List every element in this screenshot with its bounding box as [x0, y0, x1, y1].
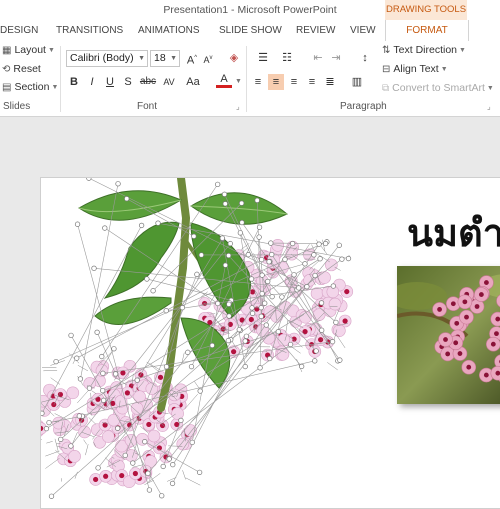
- character-spacing-button[interactable]: AV: [158, 74, 180, 90]
- chevron-down-icon: ▼: [441, 66, 448, 73]
- chevron-down-icon: ▼: [48, 47, 55, 54]
- chevron-down-icon: ▼: [235, 78, 242, 85]
- align-text-button[interactable]: ⊟ Align Text ▼: [382, 63, 448, 75]
- layout-label: Layout: [14, 44, 46, 56]
- font-size-value: 18: [154, 52, 166, 64]
- underline-button[interactable]: U: [102, 74, 118, 90]
- text-direction-label: Text Direction: [393, 44, 457, 56]
- section-label: Section: [14, 81, 49, 93]
- chevron-down-icon: ▼: [459, 47, 466, 54]
- reset-button[interactable]: ⟲ Reset: [2, 63, 41, 75]
- chevron-down-icon: ▼: [51, 84, 58, 91]
- group-divider: [60, 46, 61, 112]
- chevron-down-icon: ▼: [487, 85, 494, 92]
- strikethrough-button[interactable]: abc: [137, 74, 159, 90]
- paragraph-group-label: Paragraph: [340, 101, 387, 112]
- font-group-label: Font: [137, 101, 157, 112]
- convert-smartart-label: Convert to SmartArt: [392, 82, 485, 94]
- slide[interactable]: นมตำ: [40, 177, 500, 509]
- increase-indent-icon[interactable]: ⇥: [328, 50, 344, 66]
- tab-animations[interactable]: ANIMATIONS: [138, 25, 199, 36]
- font-size-combo[interactable]: 18 ▼: [150, 50, 180, 67]
- slide-canvas: นมตำ: [0, 117, 500, 500]
- shadow-button[interactable]: S: [120, 74, 136, 90]
- align-center-icon[interactable]: ≡: [268, 74, 284, 90]
- text-direction-icon: ⇅: [382, 45, 390, 56]
- dialog-launcher-icon[interactable]: ⌟: [236, 102, 240, 111]
- bold-button[interactable]: B: [66, 74, 82, 90]
- slides-group-label: Slides: [3, 101, 30, 112]
- numbering-icon[interactable]: ☷: [276, 50, 298, 66]
- ribbon: ▦ Layout ▼ ⟲ Reset ▤ Section ▼ Slides Ca…: [0, 42, 500, 117]
- group-divider: [246, 46, 247, 112]
- reset-label: Reset: [13, 63, 40, 75]
- reset-icon: ⟲: [2, 64, 10, 75]
- tab-view[interactable]: VIEW: [350, 25, 376, 36]
- layout-icon: ▦: [2, 45, 11, 56]
- align-text-icon: ⊟: [382, 64, 390, 75]
- chevron-down-icon: ▼: [138, 51, 145, 66]
- line-spacing-icon[interactable]: ↕: [354, 50, 376, 66]
- title-bar: Presentation1 - Microsoft PowerPoint DRA…: [0, 0, 500, 20]
- grow-font-button[interactable]: A^: [184, 50, 200, 66]
- decrease-indent-icon[interactable]: ⇤: [310, 50, 326, 66]
- font-color-button[interactable]: A: [216, 73, 232, 88]
- section-button[interactable]: ▤ Section ▼: [2, 81, 58, 93]
- section-icon: ▤: [2, 82, 11, 93]
- font-name-combo[interactable]: Calibri (Body) ▼: [66, 50, 148, 67]
- font-name-value: Calibri (Body): [70, 52, 134, 64]
- ribbon-tabs: DESIGN TRANSITIONS ANIMATIONS SLIDE SHOW…: [0, 20, 500, 43]
- text-direction-button[interactable]: ⇅ Text Direction ▼: [382, 44, 466, 56]
- align-text-label: Align Text: [393, 63, 438, 75]
- bullets-icon[interactable]: ☰: [252, 50, 274, 66]
- distributed-icon[interactable]: ≣: [322, 74, 338, 90]
- dialog-launcher-icon[interactable]: ⌟: [487, 102, 491, 111]
- shrink-font-button[interactable]: Av: [200, 50, 216, 66]
- tab-slide-show[interactable]: SLIDE SHOW: [219, 25, 282, 36]
- columns-icon[interactable]: ▥: [346, 74, 368, 90]
- chevron-down-icon: ▼: [170, 51, 177, 66]
- tab-design[interactable]: DESIGN: [0, 25, 38, 36]
- tab-transitions[interactable]: TRANSITIONS: [56, 25, 123, 36]
- change-case-button[interactable]: Aa: [182, 74, 204, 90]
- align-left-icon[interactable]: ≡: [250, 74, 266, 90]
- smartart-icon: ⧉: [382, 83, 389, 94]
- clear-formatting-icon[interactable]: ◈: [226, 50, 242, 66]
- tab-format[interactable]: FORMAT: [385, 20, 469, 41]
- italic-button[interactable]: I: [84, 74, 100, 90]
- convert-smartart-button[interactable]: ⧉ Convert to SmartArt ▼: [382, 82, 494, 94]
- justify-icon[interactable]: ≡: [304, 74, 320, 90]
- layout-button[interactable]: ▦ Layout ▼: [2, 44, 55, 56]
- drawing-tools-label: DRAWING TOOLS: [385, 0, 467, 20]
- align-right-icon[interactable]: ≡: [286, 74, 302, 90]
- flower-clipart[interactable]: [41, 178, 500, 508]
- tab-review[interactable]: REVIEW: [296, 25, 335, 36]
